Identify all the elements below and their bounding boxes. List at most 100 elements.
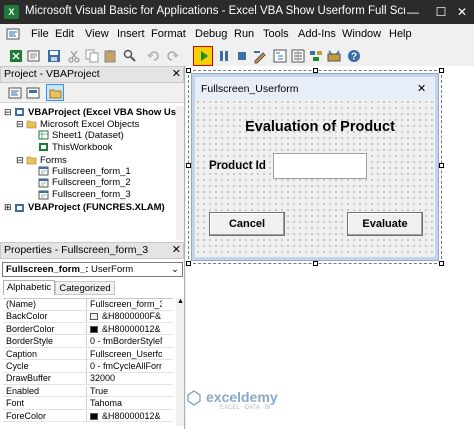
workbook-icon (39, 143, 48, 152)
property-row[interactable]: Font Tahoma (3, 398, 173, 410)
property-row[interactable]: ForeColor &H80000012& (3, 410, 173, 423)
property-row[interactable]: BackColor &H8000000F& (3, 311, 173, 323)
find-icon[interactable] (122, 48, 138, 64)
resize-handle-ne[interactable] (439, 68, 444, 73)
property-value: &H80000012& (102, 323, 161, 334)
copy-icon[interactable] (84, 48, 100, 64)
property-row[interactable]: BorderStyle 0 - fmBorderStyleN (3, 336, 173, 348)
menu-item-addins[interactable]: Add-Ins (298, 28, 336, 40)
scroll-up-icon[interactable]: ▲ (177, 298, 184, 306)
property-row[interactable]: DrawBuffer 32000 (3, 373, 173, 385)
toggle-folders-button[interactable] (46, 84, 64, 101)
menu-item-format[interactable]: Format (151, 28, 186, 40)
tree-toggle-icon[interactable]: ⊟ (16, 154, 26, 166)
cut-icon[interactable] (66, 48, 82, 64)
resize-handle-w[interactable] (186, 163, 191, 168)
close-window-button[interactable]: ✕ (450, 0, 474, 24)
tree-item-label: Sheet1 (Dataset) (52, 129, 124, 141)
watermark-tagline: EXCEL · DATA · BI (220, 405, 271, 411)
tree-item[interactable]: Fullscreen_form_1 (4, 166, 131, 178)
tree-item[interactable]: ⊟ Microsoft Excel Objects (4, 118, 139, 130)
evaluate-button[interactable]: Evaluate (347, 212, 423, 236)
tab-alphabetic[interactable]: Alphabetic (3, 280, 55, 295)
property-row[interactable]: (Name) Fullscreen_form_3 (3, 299, 173, 311)
property-value: Fullscreen_Userforr (90, 348, 162, 359)
resize-handle-se[interactable] (439, 261, 444, 266)
close-icon[interactable]: ✕ (172, 243, 181, 258)
property-name: Font (6, 398, 25, 409)
tree-scrollbar[interactable] (176, 106, 184, 240)
tree-toggle-icon[interactable]: ⊟ (16, 118, 26, 130)
tree-item[interactable]: Fullscreen_form_3 (4, 189, 131, 201)
tab-categorized[interactable]: Categorized (55, 281, 115, 295)
object-browser-icon[interactable] (308, 48, 324, 64)
menu-bar: File Edit View Insert Format Debug Run Tools Add… (0, 24, 474, 45)
project-explorer-icon[interactable] (272, 48, 288, 64)
menu-item-edit[interactable]: Edit (55, 28, 74, 40)
redo-icon[interactable] (164, 48, 180, 64)
design-mode-icon[interactable] (252, 48, 268, 64)
close-icon[interactable]: ✕ (172, 67, 181, 82)
menu-item-tools[interactable]: Tools (263, 28, 289, 40)
property-row[interactable]: Enabled True (3, 385, 173, 398)
resize-handle-s[interactable] (313, 261, 318, 266)
property-value: True (90, 385, 109, 396)
tree-item[interactable]: ⊟ Forms (4, 154, 67, 166)
menu-item-insert[interactable]: Insert (117, 28, 145, 40)
tree-item[interactable]: Fullscreen_form_2 (4, 177, 131, 189)
menu-item-run[interactable]: Run (234, 28, 254, 40)
properties-pane-title: Properties - Fullscreen_form_3 (4, 244, 149, 256)
insert-module-icon[interactable] (26, 48, 42, 64)
tree-toggle-icon[interactable]: ⊞ (4, 201, 14, 213)
object-select[interactable]: Fullscreen_form_: UserForm ⌄ (2, 262, 183, 277)
menu-item-window[interactable]: Window (342, 28, 381, 40)
exceldemy-watermark: exceldemy EXCEL · DATA · BI (186, 388, 336, 414)
run-button-highlight[interactable] (193, 46, 213, 66)
break-icon[interactable] (216, 48, 232, 64)
property-name: ForeColor (6, 410, 47, 421)
menu-item-file[interactable]: File (31, 28, 49, 40)
minimize-button[interactable]: — (398, 0, 428, 24)
resize-handle-sw[interactable] (186, 261, 191, 266)
tree-item[interactable]: ThisWorkbook (4, 142, 113, 154)
product-id-input[interactable] (273, 153, 367, 179)
menu-item-help[interactable]: Help (389, 28, 412, 40)
menu-item-view[interactable]: View (85, 28, 109, 40)
tree-toggle-icon[interactable]: ⊟ (4, 106, 14, 118)
property-row[interactable]: Caption Fullscreen_Userforr (3, 348, 173, 361)
cancel-button[interactable]: Cancel (209, 212, 285, 236)
properties-scrollbar[interactable]: ▲ (176, 298, 184, 426)
property-value: Tahoma (90, 398, 123, 409)
product-id-label: Product Id (209, 160, 266, 172)
tree-item[interactable]: ⊟ VBAProject (Excel VBA Show Use (4, 106, 181, 118)
view-object-icon[interactable] (26, 86, 40, 100)
window-title: Microsoft Visual Basic for Applications … (25, 5, 405, 17)
tree-item-label: Forms (40, 154, 67, 166)
menu-item-debug[interactable]: Debug (195, 28, 227, 40)
toolbox-icon[interactable] (326, 48, 342, 64)
tree-item-label: VBAProject (Excel VBA Show Use (28, 107, 182, 118)
property-row[interactable]: Cycle 0 - fmCycleAllForms (3, 361, 173, 373)
help-icon[interactable]: ? (346, 48, 362, 64)
userform-window: Fullscreen_Userform ✕ Evaluation of Prod… (192, 74, 438, 260)
project-pane-title: Project - VBAProject (4, 68, 100, 80)
resize-handle-e[interactable] (439, 163, 444, 168)
run-icon[interactable] (198, 50, 210, 62)
close-icon[interactable]: ✕ (417, 82, 426, 95)
tree-item[interactable]: ⊞ VBAProject (FUNCRES.XLAM) (4, 201, 165, 213)
view-code-icon[interactable] (8, 86, 22, 100)
svg-text:?: ? (351, 52, 357, 63)
paste-icon[interactable] (102, 48, 118, 64)
properties-icon[interactable] (290, 48, 306, 64)
chevron-down-icon[interactable]: ⌄ (171, 263, 179, 276)
tree-item[interactable]: Sheet1 (Dataset) (4, 130, 124, 142)
property-row[interactable]: BorderColor &H80000012& (3, 323, 173, 336)
resize-handle-n[interactable] (313, 68, 318, 73)
excel-view-icon[interactable] (8, 48, 24, 64)
undo-icon[interactable] (146, 48, 162, 64)
properties-grid: (Name) Fullscreen_form_3 BackColor &H800000… (3, 298, 173, 426)
save-icon[interactable] (46, 48, 62, 64)
resize-handle-nw[interactable] (186, 68, 191, 73)
color-swatch (90, 313, 98, 321)
reset-icon[interactable] (234, 48, 250, 64)
